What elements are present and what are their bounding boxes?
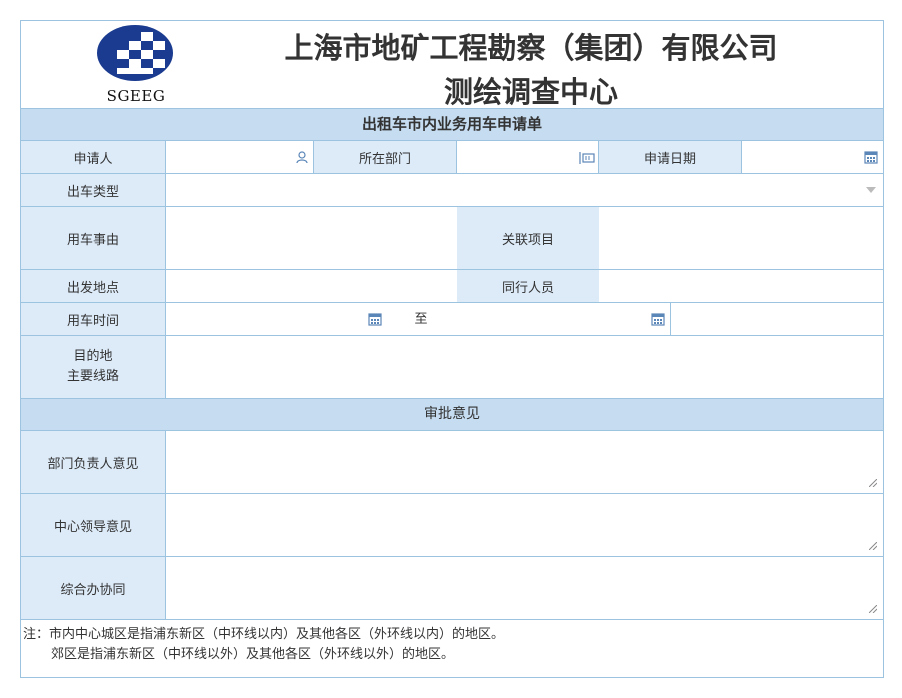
related-project-field[interactable] bbox=[599, 207, 883, 270]
departure-label: 出发地点 bbox=[21, 270, 166, 303]
calendar-icon[interactable] bbox=[651, 312, 665, 326]
dropdown-arrow-icon[interactable] bbox=[866, 185, 876, 195]
sgeeg-logo bbox=[97, 25, 173, 81]
destination-label: 目的地 主要线路 bbox=[21, 336, 166, 399]
destination-field[interactable] bbox=[166, 336, 883, 399]
resize-handle-icon[interactable] bbox=[869, 542, 877, 550]
companions-label: 同行人员 bbox=[457, 270, 599, 303]
org-picker-icon[interactable] bbox=[579, 151, 595, 165]
car-type-label: 出车类型 bbox=[21, 174, 166, 207]
company-title: 上海市地矿工程勘察（集团）有限公司 bbox=[284, 31, 778, 65]
center-leader-opinion-label: 中心领导意见 bbox=[21, 494, 166, 557]
calendar-icon[interactable] bbox=[864, 150, 878, 164]
form-title: 出租车市内业务用车申请单 bbox=[21, 109, 883, 141]
apply-date-label: 申请日期 bbox=[599, 141, 742, 174]
note-line-2: 郊区是指浦东新区（中环线以外）及其他各区（外环线以外）的地区。 bbox=[51, 647, 455, 662]
related-project-label: 关联项目 bbox=[457, 207, 599, 270]
destination-label-line2: 主要线路 bbox=[66, 369, 119, 384]
end-time-field[interactable] bbox=[446, 303, 671, 336]
resize-handle-icon[interactable] bbox=[869, 479, 877, 487]
department-field[interactable] bbox=[457, 141, 599, 174]
center-leader-opinion-textarea[interactable] bbox=[166, 494, 883, 557]
purpose-field[interactable] bbox=[166, 207, 457, 270]
calendar-icon[interactable] bbox=[368, 312, 382, 326]
general-office-label: 综合办协同 bbox=[21, 557, 166, 620]
dept-head-opinion-label: 部门负责人意见 bbox=[21, 431, 166, 494]
person-icon[interactable] bbox=[295, 150, 309, 164]
use-time-label: 用车时间 bbox=[21, 303, 166, 336]
department-title: 测绘调查中心 bbox=[443, 75, 618, 109]
companions-field[interactable] bbox=[599, 270, 883, 303]
applicant-label: 申请人 bbox=[21, 141, 166, 174]
start-time-field[interactable] bbox=[166, 303, 396, 336]
approval-title: 审批意见 bbox=[21, 399, 883, 431]
apply-date-field[interactable] bbox=[742, 141, 883, 174]
destination-label-line1: 目的地 bbox=[73, 349, 113, 364]
form-header: SGEEG 上海市地矿工程勘察（集团）有限公司 测绘调查中心 bbox=[21, 21, 883, 109]
department-label: 所在部门 bbox=[314, 141, 457, 174]
time-extra-cell bbox=[671, 303, 883, 336]
car-type-select[interactable] bbox=[166, 174, 883, 207]
time-range-separator: 至 bbox=[396, 303, 446, 336]
departure-field[interactable] bbox=[166, 270, 457, 303]
form-note: 注：市内中心城区是指浦东新区（中环线以内）及其他各区（外环线以内）的地区。 郊区… bbox=[23, 625, 873, 665]
general-office-textarea[interactable] bbox=[166, 557, 883, 620]
applicant-field[interactable] bbox=[166, 141, 314, 174]
vehicle-request-form: SGEEG 上海市地矿工程勘察（集团）有限公司 测绘调查中心 出租车市内业务用车… bbox=[20, 20, 884, 678]
logo-text: SGEEG bbox=[106, 87, 166, 105]
resize-handle-icon[interactable] bbox=[869, 605, 877, 613]
dept-head-opinion-textarea[interactable] bbox=[166, 431, 883, 494]
note-line-1: 注：市内中心城区是指浦东新区（中环线以内）及其他各区（外环线以内）的地区。 bbox=[23, 627, 505, 642]
purpose-label: 用车事由 bbox=[21, 207, 166, 270]
